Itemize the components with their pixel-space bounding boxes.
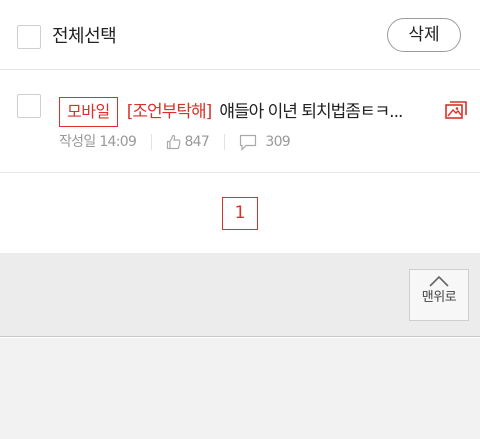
scroll-to-top-label: 맨위로 [421,290,457,305]
scroll-top-panel: 맨위로 [0,253,480,337]
post-checkbox[interactable] [17,94,41,118]
thumbs-up-icon [166,134,181,150]
meta-divider [150,134,152,150]
pagination: 1 [0,173,480,253]
page-1-button[interactable]: 1 [222,197,258,230]
post-time: 14:09 [99,134,137,150]
mobile-badge: 모바일 [59,97,118,127]
comment-count: 309 [265,134,291,150]
delete-button[interactable]: 삭제 [387,18,461,52]
select-all-label[interactable]: 전체선택 [52,25,117,49]
post-title[interactable]: 얘들아 이년 퇴치법좀ㅌㅋ... [219,97,403,127]
chevron-up-icon [429,275,449,287]
select-all-checkbox[interactable] [17,25,41,49]
date-label: 작성일 [59,134,96,150]
post-category: [조언부탁해] [126,102,212,122]
meta-divider [223,134,225,150]
scroll-to-top-button[interactable]: 맨위로 [409,269,469,321]
post-meta: 작성일 14:09 847 309 [59,132,291,152]
list-toolbar: 전체선택 삭제 [0,0,480,70]
list-item[interactable]: 모바일 [조언부탁해] 얘들아 이년 퇴치법좀ㅌㅋ... 작성일 14:09 8… [0,71,480,173]
footer-area [0,338,480,439]
post-title-line[interactable]: 모바일 [조언부탁해] 얘들아 이년 퇴치법좀ㅌㅋ... [59,97,439,127]
like-count: 847 [184,134,210,150]
comment-icon [239,134,256,151]
image-icon [445,101,467,119]
